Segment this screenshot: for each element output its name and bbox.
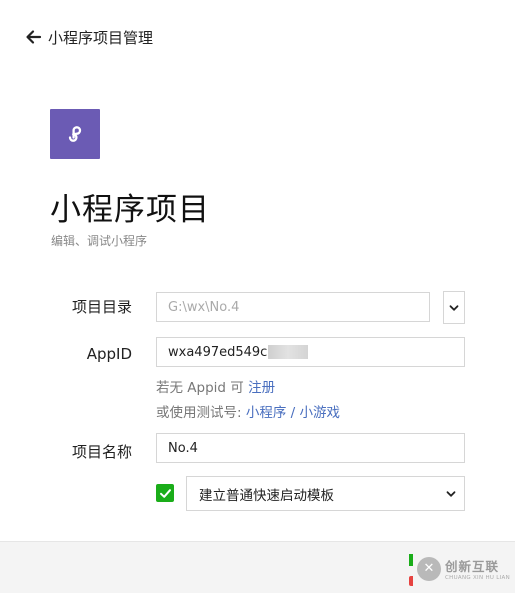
project-name-value: No.4: [168, 440, 198, 456]
miniprogram-link-icon: [68, 126, 82, 142]
watermark-text: 创新互联 CHUANG XIN HU LIAN: [445, 556, 510, 581]
test-account-hint: 或使用测试号: 小程序 / 小游戏: [156, 401, 340, 421]
redacted-blur: [268, 345, 309, 359]
header-title: 小程序项目管理: [48, 28, 154, 47]
chevron-down-icon: [446, 491, 456, 497]
directory-label: 项目目录: [71, 298, 132, 316]
template-select-value: 建立普通快速启动模板: [199, 487, 334, 504]
test-account-hint-text: 或使用测试号:: [156, 405, 246, 421]
watermark-logo: ✕: [417, 556, 441, 581]
register-hint-text: 若无 Appid 可: [156, 380, 249, 396]
footer-bar: ✕ 创新互联 CHUANG XIN HU LIAN: [0, 541, 515, 593]
test-minigame-link[interactable]: 小游戏: [299, 405, 340, 421]
watermark: ✕ 创新互联 CHUANG XIN HU LIAN: [417, 556, 510, 581]
register-link[interactable]: 注册: [248, 380, 275, 396]
link-separator: /: [286, 405, 300, 421]
page-subtitle: 编辑、调试小程序: [51, 234, 148, 248]
directory-placeholder: G:\wx\No.4: [168, 299, 240, 315]
directory-dropdown-button[interactable]: [443, 291, 465, 324]
footer-green-button-edge[interactable]: [409, 554, 413, 566]
appid-value: wxa497ed549c: [168, 344, 268, 360]
chevron-down-icon: [449, 304, 459, 311]
template-select[interactable]: 建立普通快速启动模板: [186, 476, 465, 511]
page-title: 小程序项目: [50, 192, 210, 228]
template-checkbox[interactable]: [156, 484, 174, 502]
directory-input[interactable]: G:\wx\No.4: [156, 292, 430, 322]
footer-red-button-edge[interactable]: [409, 576, 413, 586]
watermark-text-en: CHUANG XIN HU LIAN: [445, 575, 511, 581]
back-button[interactable]: 小程序项目管理: [24, 26, 153, 48]
arrow-left-icon: [26, 30, 42, 44]
appid-input[interactable]: wxa497ed549c: [156, 337, 465, 367]
register-hint: 若无 Appid 可 注册: [156, 376, 275, 396]
test-miniprogram-link[interactable]: 小程序: [246, 405, 287, 421]
project-name-label: 项目名称: [71, 443, 132, 461]
appid-label: AppID: [86, 345, 132, 363]
watermark-text-cn: 创新互联: [445, 559, 500, 574]
checkmark-icon: [159, 488, 171, 498]
miniprogram-logo: [50, 109, 100, 159]
project-name-input[interactable]: No.4: [156, 433, 465, 463]
